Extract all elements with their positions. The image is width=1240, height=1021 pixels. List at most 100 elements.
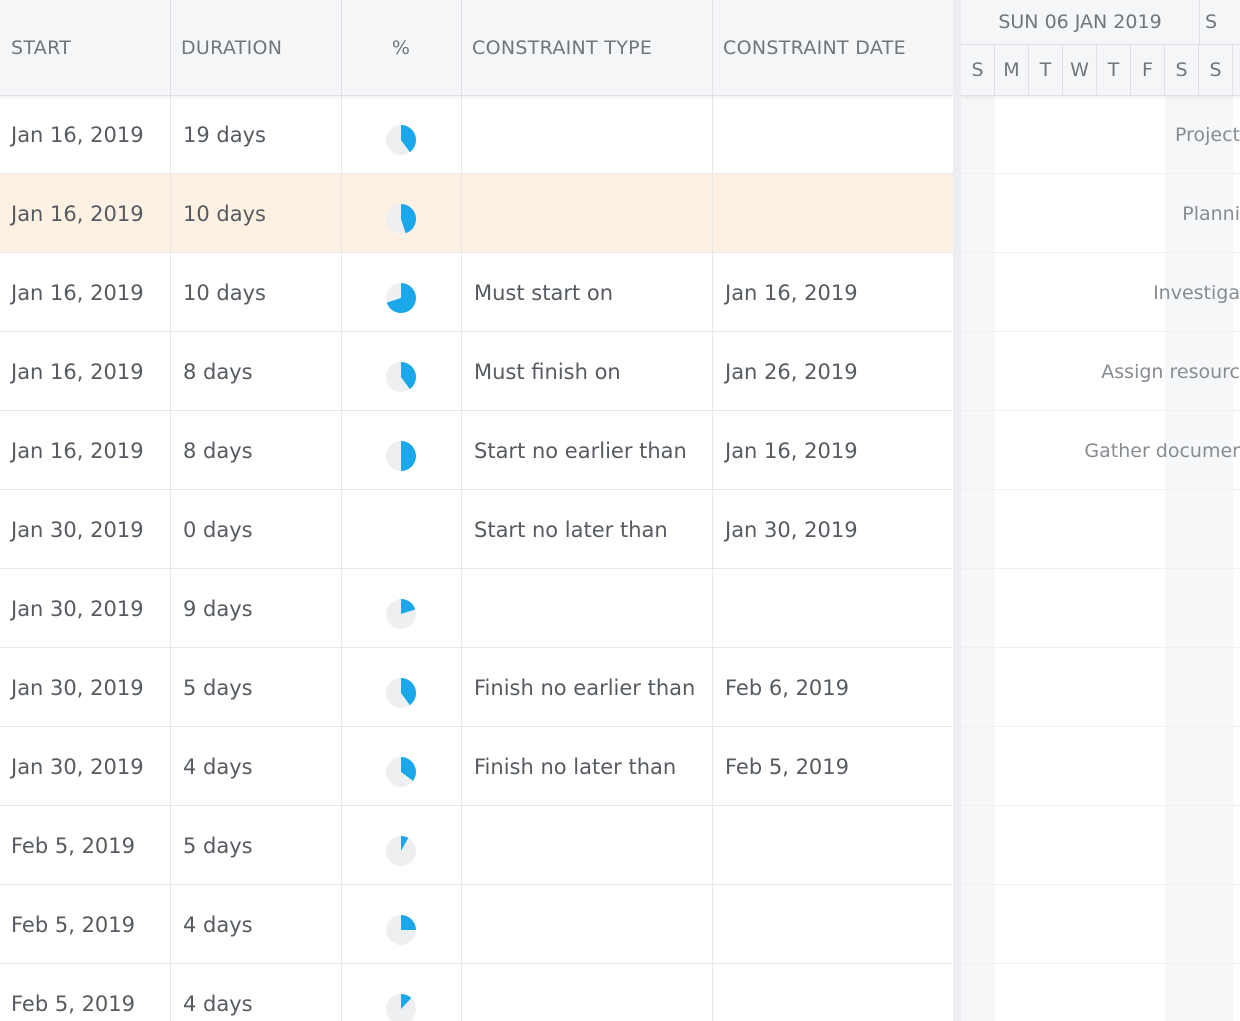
table-row[interactable]: Jan 30, 2019 5 days Finish no earlier than…	[0, 648, 953, 727]
start-cell[interactable]: Jan 16, 2019	[0, 411, 171, 490]
column-header-start[interactable]: START	[0, 0, 171, 95]
constraint-date-cell[interactable]	[712, 95, 953, 174]
percent-cell[interactable]	[341, 964, 462, 1021]
duration-cell[interactable]: 8 days	[170, 411, 342, 490]
table-row[interactable]: Jan 16, 2019 19 days	[0, 95, 953, 174]
percent-cell[interactable]	[341, 490, 462, 569]
day-header: W	[1063, 45, 1097, 95]
table-row[interactable]: Jan 30, 2019 0 days Start no later than Jan…	[0, 490, 953, 569]
constraint-date-cell[interactable]: Feb 5, 2019	[712, 727, 953, 806]
percent-cell[interactable]	[341, 332, 462, 411]
timeline-row[interactable]	[961, 806, 1240, 885]
start-cell[interactable]: Jan 16, 2019	[0, 332, 171, 411]
timeline-row[interactable]: Project	[961, 95, 1240, 174]
percent-cell[interactable]	[341, 411, 462, 490]
start-cell[interactable]: Jan 30, 2019	[0, 490, 171, 569]
constraint-date-cell[interactable]	[712, 964, 953, 1021]
constraint-type-cell[interactable]	[461, 885, 713, 964]
timeline-row[interactable]	[961, 648, 1240, 727]
table-row[interactable]: Jan 30, 2019 4 days Finish no later than Fe…	[0, 727, 953, 806]
percent-cell[interactable]	[341, 648, 462, 727]
constraint-type-cell[interactable]	[461, 569, 713, 648]
start-cell[interactable]: Feb 5, 2019	[0, 806, 171, 885]
constraint-type-cell[interactable]: Start no later than	[461, 490, 713, 569]
duration-cell[interactable]: 5 days	[170, 806, 342, 885]
table-row[interactable]: Jan 16, 2019 8 days Start no earlier than J…	[0, 411, 953, 490]
constraint-date-cell[interactable]: Jan 26, 2019	[712, 332, 953, 411]
task-bar-label: Investiga	[1153, 281, 1240, 304]
constraint-type-cell[interactable]	[461, 806, 713, 885]
timeline-row[interactable]	[961, 885, 1240, 964]
duration-cell[interactable]: 4 days	[170, 964, 342, 1021]
constraint-date-cell[interactable]: Jan 16, 2019	[712, 411, 953, 490]
task-grid: START DURATION % CONSTRAINT TYPE CONSTRA…	[0, 0, 953, 1021]
percent-cell[interactable]	[341, 885, 462, 964]
duration-cell[interactable]: 0 days	[170, 490, 342, 569]
duration-cell[interactable]: 5 days	[170, 648, 342, 727]
constraint-type-cell[interactable]: Finish no later than	[461, 727, 713, 806]
pane-splitter[interactable]	[953, 0, 961, 1021]
constraint-date-cell[interactable]	[712, 174, 953, 253]
progress-pie-icon	[386, 993, 416, 1021]
column-header-constraint-date[interactable]: CONSTRAINT DATE	[712, 0, 953, 95]
constraint-date-cell[interactable]	[712, 569, 953, 648]
duration-cell[interactable]: 8 days	[170, 332, 342, 411]
timeline-row[interactable]	[961, 569, 1240, 648]
duration-cell[interactable]: 19 days	[170, 95, 342, 174]
table-row[interactable]: Jan 16, 2019 10 days Must start on Jan 16, …	[0, 253, 953, 332]
progress-pie-icon	[386, 598, 416, 629]
start-cell[interactable]: Feb 5, 2019	[0, 964, 171, 1021]
constraint-type-cell[interactable]	[461, 174, 713, 253]
column-header-percent[interactable]: %	[341, 0, 462, 95]
duration-cell[interactable]: 4 days	[170, 885, 342, 964]
task-bar-label: Project	[1174, 123, 1240, 146]
duration-cell[interactable]: 10 days	[170, 174, 342, 253]
constraint-type-cell[interactable]	[461, 95, 713, 174]
constraint-type-cell[interactable]: Must finish on	[461, 332, 713, 411]
timeline-row[interactable]: Planni	[961, 174, 1240, 253]
table-row[interactable]: Jan 16, 2019 10 days	[0, 174, 953, 253]
start-cell[interactable]: Feb 5, 2019	[0, 885, 171, 964]
column-header-constraint-type[interactable]: CONSTRAINT TYPE	[461, 0, 713, 95]
timeline-row[interactable]: Investiga	[961, 253, 1240, 332]
start-cell[interactable]: Jan 30, 2019	[0, 569, 171, 648]
start-cell[interactable]: Jan 16, 2019	[0, 174, 171, 253]
percent-cell[interactable]	[341, 174, 462, 253]
constraint-type-cell[interactable]: Start no earlier than	[461, 411, 713, 490]
constraint-type-cell[interactable]: Must start on	[461, 253, 713, 332]
duration-cell[interactable]: 10 days	[170, 253, 342, 332]
timeline-row[interactable]: Gather documer	[961, 411, 1240, 490]
table-row[interactable]: Feb 5, 2019 5 days	[0, 806, 953, 885]
duration-cell[interactable]: 9 days	[170, 569, 342, 648]
percent-cell[interactable]	[341, 569, 462, 648]
percent-cell[interactable]	[341, 806, 462, 885]
progress-pie-icon	[386, 361, 417, 392]
start-cell[interactable]: Jan 16, 2019	[0, 253, 171, 332]
constraint-date-cell[interactable]: Jan 30, 2019	[712, 490, 953, 569]
constraint-type-cell[interactable]	[461, 964, 713, 1021]
duration-cell[interactable]: 4 days	[170, 727, 342, 806]
timeline-row[interactable]	[961, 727, 1240, 806]
constraint-date-cell[interactable]	[712, 806, 953, 885]
table-row[interactable]: Feb 5, 2019 4 days	[0, 885, 953, 964]
day-header: S	[1165, 45, 1199, 95]
column-header-duration[interactable]: DURATION	[170, 0, 342, 95]
constraint-date-cell[interactable]	[712, 885, 953, 964]
start-cell[interactable]: Jan 30, 2019	[0, 648, 171, 727]
start-cell[interactable]: Jan 16, 2019	[0, 95, 171, 174]
percent-cell[interactable]	[341, 727, 462, 806]
timeline-header: SUN 06 JAN 2019 S SMTWTFSS	[961, 0, 1240, 96]
constraint-date-cell[interactable]: Jan 16, 2019	[712, 253, 953, 332]
start-cell[interactable]: Jan 30, 2019	[0, 727, 171, 806]
timeline-row[interactable]	[961, 964, 1240, 1021]
constraint-type-cell[interactable]: Finish no earlier than	[461, 648, 713, 727]
percent-cell[interactable]	[341, 253, 462, 332]
table-row[interactable]: Jan 16, 2019 8 days Must finish on Jan 26, …	[0, 332, 953, 411]
progress-pie-icon	[386, 203, 417, 234]
percent-cell[interactable]	[341, 95, 462, 174]
table-row[interactable]: Jan 30, 2019 9 days	[0, 569, 953, 648]
constraint-date-cell[interactable]: Feb 6, 2019	[712, 648, 953, 727]
timeline-row[interactable]: Assign resourc	[961, 332, 1240, 411]
timeline-row[interactable]	[961, 490, 1240, 569]
table-row[interactable]: Feb 5, 2019 4 days	[0, 964, 953, 1021]
